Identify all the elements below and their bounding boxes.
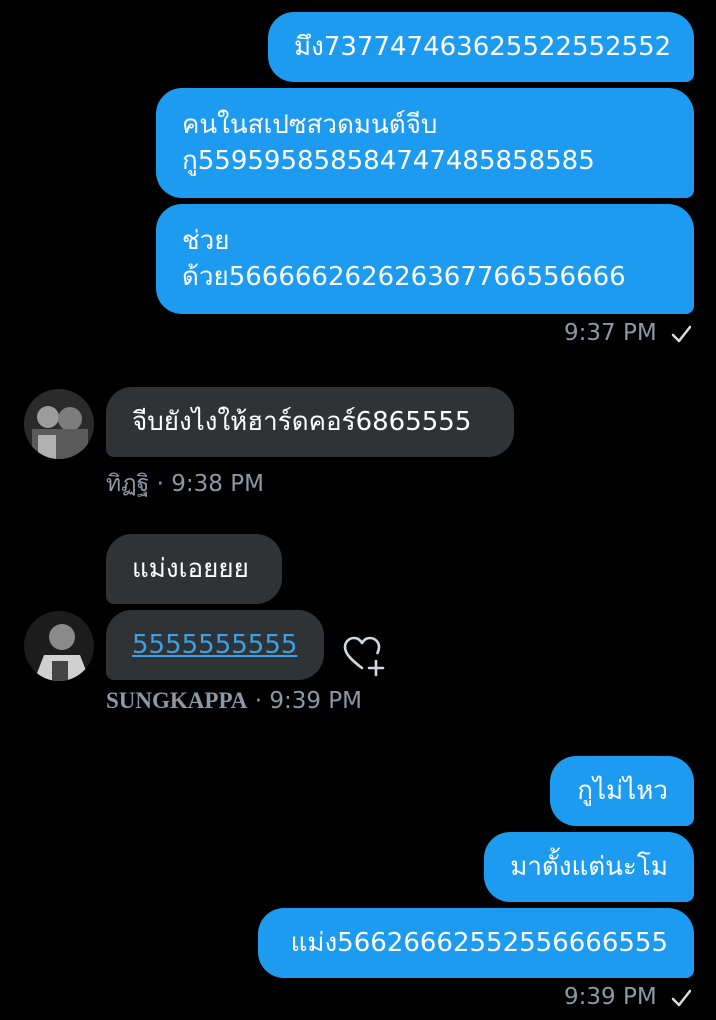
sender-name[interactable]: ทิฏฐิ: [106, 471, 149, 497]
timestamp: 9:37 PM: [564, 320, 657, 346]
message-text: กูไม่ไหว: [577, 776, 668, 806]
message-meta: ทิฏฐิ · 9:38 PM: [106, 466, 264, 502]
message-text: มาตั้งแต่นะโม: [510, 852, 668, 882]
message-meta: SUNGKAPPA · 9:39 PM: [106, 688, 362, 714]
react-button[interactable]: [340, 632, 388, 680]
avatar[interactable]: [24, 611, 94, 681]
message-bubble-incoming[interactable]: 5555555555: [106, 610, 324, 680]
message-bubble-outgoing[interactable]: ช่วย ด้วย566666262626367766556666: [156, 204, 694, 314]
avatar[interactable]: [24, 389, 94, 459]
message-text: จีบยังไงให้ฮาร์ดคอร์6865555: [132, 407, 472, 437]
meta-separator: ·: [156, 471, 172, 497]
message-text: ช่วย: [182, 226, 230, 256]
meta-separator: ·: [254, 688, 270, 714]
message-meta: 9:39 PM: [564, 984, 692, 1010]
message-bubble-outgoing[interactable]: แม่ง56626662552556666555: [258, 908, 694, 978]
message-bubble-outgoing[interactable]: กูไม่ไหว: [550, 756, 694, 826]
message-bubble-outgoing[interactable]: คนในสเปซสวดมนต์จีบ กู5595958585847474858…: [156, 88, 694, 198]
message-bubble-incoming[interactable]: แม่งเอยยย: [106, 534, 282, 604]
message-text: กู559595858584747485858585: [182, 146, 595, 176]
message-bubble-outgoing[interactable]: มึง737747463625522552552: [268, 12, 694, 82]
timestamp: 9:38 PM: [171, 471, 264, 497]
timestamp: 9:39 PM: [269, 688, 363, 714]
message-text: มึง737747463625522552552: [294, 32, 672, 62]
message-bubble-outgoing[interactable]: มาตั้งแต่นะโม: [484, 832, 694, 902]
message-text: แม่ง56626662552556666555: [290, 928, 668, 958]
message-meta: 9:37 PM: [564, 320, 692, 346]
check-icon: [671, 325, 692, 343]
message-bubble-incoming[interactable]: จีบยังไงให้ฮาร์ดคอร์6865555: [106, 387, 514, 457]
avatar-image: [24, 389, 94, 459]
message-text: แม่งเอยยย: [132, 554, 249, 584]
sender-name[interactable]: SUNGKAPPA: [106, 688, 247, 713]
avatar-image: [24, 611, 94, 681]
timestamp: 9:39 PM: [564, 984, 657, 1010]
message-link[interactable]: 5555555555: [132, 630, 297, 660]
check-icon: [671, 989, 692, 1007]
heart-plus-icon: [343, 636, 385, 677]
message-text: คนในสเปซสวดมนต์จีบ: [182, 110, 438, 140]
message-text: ด้วย566666262626367766556666: [182, 262, 626, 292]
